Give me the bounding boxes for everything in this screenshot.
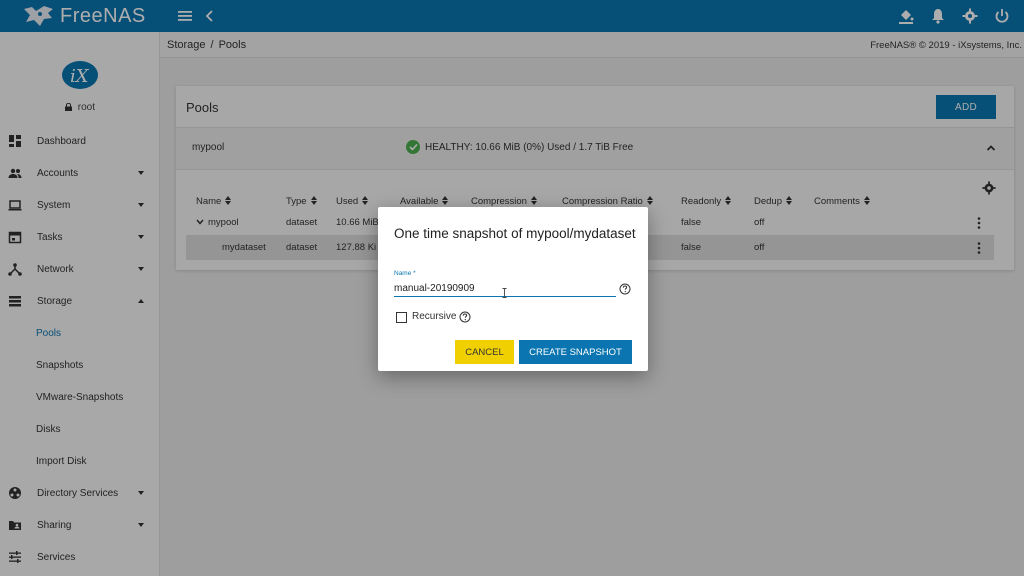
create-snapshot-button[interactable]: CREATE SNAPSHOT bbox=[519, 340, 632, 364]
recursive-label[interactable]: Recursive bbox=[412, 311, 456, 322]
recursive-checkbox[interactable] bbox=[396, 312, 407, 323]
cancel-button[interactable]: CANCEL bbox=[455, 340, 514, 364]
snapshot-dialog: One time snapshot of mypool/mydataset Na… bbox=[378, 207, 648, 371]
text-cursor-icon bbox=[502, 288, 507, 298]
required-mark: * bbox=[413, 270, 416, 277]
dialog-title: One time snapshot of mypool/mydataset bbox=[394, 226, 636, 241]
help-circle-icon[interactable] bbox=[459, 311, 471, 323]
help-circle-icon[interactable] bbox=[619, 283, 631, 295]
name-field-label: Name * bbox=[394, 270, 416, 277]
